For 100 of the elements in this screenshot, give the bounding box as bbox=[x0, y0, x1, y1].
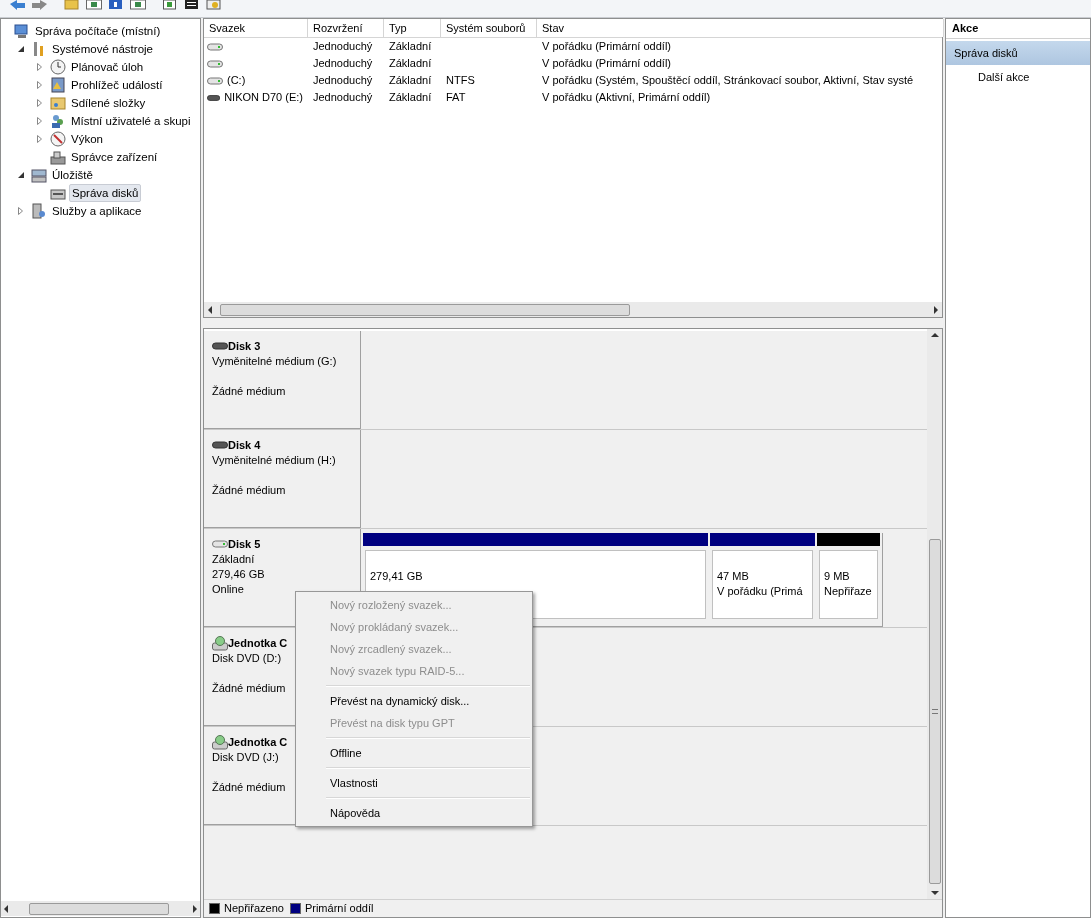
partition-size: 47 MB bbox=[717, 569, 749, 584]
tree-item[interactable]: Plánovač úloh bbox=[69, 59, 146, 75]
tree-item-icon bbox=[50, 131, 66, 147]
tree-item[interactable]: Výkon bbox=[69, 131, 105, 147]
scroll-up-icon[interactable] bbox=[930, 332, 939, 338]
horizontal-scrollbar[interactable] bbox=[1, 901, 200, 916]
table-cell-text: NTFS bbox=[446, 73, 475, 89]
disk-type: Vyměnitelné médium (H:) bbox=[212, 453, 336, 468]
disk-status: Žádné médium bbox=[212, 780, 286, 795]
drive-icon bbox=[207, 93, 221, 102]
scrollbar-thumb[interactable] bbox=[928, 539, 941, 884]
tree-item-icon bbox=[50, 59, 66, 75]
table-cell-text: V pořádku (Primární oddíl) bbox=[542, 39, 671, 55]
tree-item-icon bbox=[50, 113, 66, 129]
vertical-scrollbar[interactable] bbox=[927, 329, 942, 899]
tree-item-icon bbox=[50, 95, 66, 111]
tree-item[interactable]: Sdílené složky bbox=[69, 95, 148, 111]
horizontal-scrollbar[interactable] bbox=[204, 302, 942, 317]
tree-item-icon bbox=[50, 77, 66, 93]
table-cell-text: V pořádku (Systém, Spouštěcí oddíl, Stránkovací soubor, Aktivní, Stav systé bbox=[542, 73, 914, 89]
table-cell-text: Základní bbox=[389, 39, 432, 55]
table-cell-text: V pořádku (Primární oddíl) bbox=[542, 56, 671, 72]
scroll-right-icon[interactable] bbox=[933, 305, 939, 314]
collapsed-arrow-icon[interactable] bbox=[37, 117, 42, 125]
menu-item[interactable]: Vlastnosti bbox=[298, 772, 530, 794]
tree-item-icon bbox=[31, 203, 47, 219]
partition-status: Nepřiřaze bbox=[824, 584, 872, 599]
disk-status: Online bbox=[212, 582, 244, 597]
table-cell-text: Jednoduchý bbox=[313, 39, 373, 55]
expanded-arrow-icon[interactable] bbox=[18, 172, 24, 178]
tree-item-icon bbox=[14, 23, 30, 39]
table-cell-text: (C:) bbox=[227, 73, 246, 89]
cd-drive-icon bbox=[212, 734, 228, 750]
tree-item[interactable]: Správce zařízení bbox=[69, 149, 160, 165]
partition-size: 279,41 GB bbox=[370, 569, 423, 584]
drive-icon bbox=[212, 342, 228, 350]
collapsed-arrow-icon[interactable] bbox=[18, 207, 23, 215]
forward-arrow-icon[interactable] bbox=[32, 0, 48, 10]
tree-item-icon bbox=[50, 149, 66, 165]
table-cell-text: Jednoduchý bbox=[313, 56, 373, 72]
table-cell-text: NIKON D70 (E:) bbox=[224, 90, 303, 106]
table-cell-text: Jednoduchý bbox=[313, 90, 373, 106]
disk-name: Disk 5 bbox=[228, 536, 261, 552]
table-cell-text: Základní bbox=[389, 90, 432, 106]
partition-size: 9 MB bbox=[824, 569, 850, 584]
collapsed-arrow-icon[interactable] bbox=[37, 99, 42, 107]
menu-item[interactable]: Nápověda bbox=[298, 802, 530, 824]
cd-drive-icon bbox=[212, 635, 228, 651]
collapsed-arrow-icon[interactable] bbox=[37, 81, 42, 89]
disk-name: Jednotka C bbox=[228, 635, 288, 651]
drive-icon bbox=[212, 441, 228, 449]
actions-section-header[interactable]: Správa disků bbox=[946, 41, 1090, 65]
scroll-right-icon[interactable] bbox=[192, 904, 198, 913]
legend-label: Nepřiřazeno bbox=[224, 901, 284, 917]
menu-item[interactable]: Převést na dynamický disk... bbox=[298, 690, 530, 712]
collapsed-arrow-icon[interactable] bbox=[37, 135, 42, 143]
disk-type: Disk DVD (J:) bbox=[212, 750, 279, 765]
drive-icon bbox=[207, 76, 223, 85]
tree-item[interactable]: Systémové nástroje bbox=[50, 41, 155, 57]
table-cell-text: Základní bbox=[389, 56, 432, 72]
tree-item[interactable]: Místní uživatelé a skupi bbox=[69, 113, 193, 129]
scroll-left-icon[interactable] bbox=[207, 305, 213, 314]
action-item[interactable]: Další akce bbox=[946, 65, 1090, 89]
scroll-left-icon[interactable] bbox=[3, 904, 9, 913]
table-cell-text: FAT bbox=[446, 90, 466, 106]
tree-item-icon bbox=[31, 167, 47, 183]
panel-title: Akce bbox=[946, 19, 1090, 39]
tree-item[interactable]: Úložiště bbox=[50, 167, 95, 183]
disk-status: Žádné médium bbox=[212, 384, 286, 399]
disk-name: Disk 4 bbox=[228, 437, 261, 453]
disk-status: Žádné médium bbox=[212, 681, 286, 696]
scrollbar-thumb[interactable] bbox=[220, 303, 630, 316]
disk-size: 279,46 GB bbox=[212, 567, 265, 582]
back-arrow-icon[interactable] bbox=[10, 0, 26, 10]
drive-icon bbox=[207, 42, 223, 51]
tree-item[interactable]: Správa počítače (místní) bbox=[33, 23, 163, 39]
disk-status: Žádné médium bbox=[212, 483, 286, 498]
table-cell-text: Základní bbox=[389, 73, 432, 89]
disk-type: Disk DVD (D:) bbox=[212, 651, 282, 666]
table-cell-text: Jednoduchý bbox=[313, 73, 373, 89]
scrollbar-thumb[interactable] bbox=[29, 902, 169, 915]
collapsed-arrow-icon[interactable] bbox=[37, 63, 42, 71]
folder-icon[interactable] bbox=[64, 0, 80, 10]
menu-item[interactable]: Offline bbox=[298, 742, 530, 764]
tree-item[interactable]: Správa disků bbox=[69, 184, 142, 202]
expanded-arrow-icon[interactable] bbox=[18, 46, 24, 52]
tree-item[interactable]: Prohlížeč událostí bbox=[69, 77, 165, 93]
disk-type: Základní bbox=[212, 552, 255, 567]
drive-icon bbox=[207, 59, 223, 68]
drive-icon bbox=[212, 540, 228, 548]
disk-name: Disk 3 bbox=[228, 338, 261, 354]
disk-type: Vyměnitelné médium (G:) bbox=[212, 354, 337, 369]
partition-status: V pořádku (Primá bbox=[717, 584, 803, 599]
legend-label: Primární oddíl bbox=[304, 901, 374, 917]
disk-name: Jednotka C bbox=[228, 734, 288, 750]
scroll-down-icon[interactable] bbox=[930, 890, 939, 896]
table-cell-text: V pořádku (Aktivní, Primární oddíl) bbox=[542, 90, 711, 106]
panel-icon[interactable] bbox=[130, 0, 146, 10]
panel-icon[interactable] bbox=[86, 0, 102, 10]
tree-item[interactable]: Služby a aplikace bbox=[50, 203, 144, 219]
